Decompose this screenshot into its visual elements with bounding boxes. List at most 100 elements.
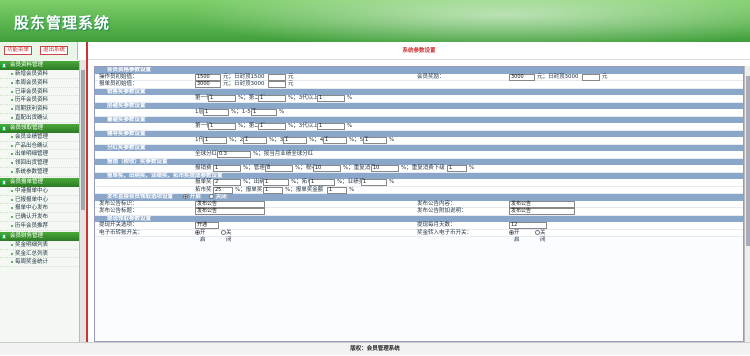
radio-on[interactable]: 开启 xyxy=(182,194,201,200)
unit-label: %；按当月业绩全球分红 xyxy=(253,151,314,157)
unit-label: % xyxy=(469,165,475,171)
sidebar-item[interactable]: 历年会员推荐 xyxy=(0,222,86,231)
text-input[interactable]: 3000 xyxy=(509,73,535,81)
text-input[interactable]: 1 xyxy=(258,95,286,102)
sidebar-item[interactable]: 直配出货确认 xyxy=(0,114,86,123)
text-input[interactable]: 1 xyxy=(361,179,387,186)
sidebar-item[interactable]: 已报报单中心 xyxy=(0,196,86,205)
text-input[interactable]: 1 xyxy=(263,186,283,194)
text-input[interactable]: 1 xyxy=(258,123,286,130)
text-input[interactable]: 发布公告 xyxy=(509,200,575,208)
unit-label: % xyxy=(389,137,395,143)
radio-button[interactable] xyxy=(182,194,188,199)
text-input[interactable]: 1 xyxy=(317,95,345,102)
field-label: 报销费 xyxy=(195,165,212,171)
sidebar-item[interactable]: 同期获利资料 xyxy=(0,105,86,114)
text-input[interactable]: 发布公告 xyxy=(509,208,575,215)
settings-row: 操作员初始值： 1500 元；日封顶1500 元 会员奖励： 3000 元；日封… xyxy=(95,73,743,81)
text-input[interactable]: 12 xyxy=(509,222,547,229)
text-input[interactable] xyxy=(268,81,286,88)
field-suffix: 元；日封顶3000 xyxy=(223,81,265,87)
field-label: 操作员初始值： xyxy=(99,73,138,80)
text-input[interactable]: 1 xyxy=(317,123,345,130)
text-input[interactable]: 1 xyxy=(263,179,289,186)
sidebar-scrollbar[interactable] xyxy=(79,60,86,342)
sidebar-item[interactable]: 报单中心发布 xyxy=(0,204,86,214)
text-input[interactable]: 发布公告 xyxy=(195,208,265,215)
sidebar-item[interactable]: 新增会员资料 xyxy=(0,70,86,79)
sidebar-item[interactable]: 会员业绩管理 xyxy=(0,133,86,142)
text-input[interactable]: 10 xyxy=(371,165,399,172)
text-input[interactable]: 1 xyxy=(203,109,229,116)
scrollbar-thumb[interactable] xyxy=(746,76,750,246)
sidebar-item[interactable]: 已审会员资料 xyxy=(0,88,86,97)
sidebar-item[interactable]: 出单明细管理 xyxy=(0,150,86,160)
sidebar-item[interactable]: 每周奖金统计 xyxy=(0,258,86,268)
text-input[interactable] xyxy=(268,73,286,81)
sidebar-item[interactable]: 已确认开发布 xyxy=(0,213,86,222)
text-input[interactable]: 1 xyxy=(203,137,227,144)
main-content: 系统参数设置 会员资格参数设置 操作员初始值： 1500 元；日封顶1500 元… xyxy=(86,42,750,342)
main-scrollbar[interactable] xyxy=(744,66,750,342)
field-suffix: 元；日封顶3000 xyxy=(537,73,579,80)
text-input[interactable]: 1 xyxy=(251,109,277,116)
unit-label: %；重复消费下级 xyxy=(401,165,445,171)
radio-off[interactable]: 关闭 xyxy=(221,229,232,243)
text-input[interactable]: 10 xyxy=(313,165,341,172)
sidebar-item[interactable]: 系统参数管理 xyxy=(0,168,86,177)
radio-on[interactable]: 开启 xyxy=(509,229,520,243)
unit-label: %；3代以上 xyxy=(288,95,319,101)
text-input[interactable]: 1500 xyxy=(195,73,221,81)
banner-decoration xyxy=(180,0,750,42)
text-input[interactable]: 1 xyxy=(243,137,267,144)
field-label: 报单奖 xyxy=(195,179,212,185)
unit-label: % xyxy=(279,109,285,115)
logout-button[interactable]: 退出系统 xyxy=(40,46,69,55)
text-input[interactable]: 1 xyxy=(283,137,307,144)
text-input[interactable]: 1 xyxy=(327,186,347,194)
menu-tab-button[interactable]: 功能菜单 xyxy=(4,46,33,55)
sidebar-item[interactable]: 产品出仓确认 xyxy=(0,142,86,151)
select-dropdown[interactable]: 开通 xyxy=(195,222,219,229)
sidebar-item[interactable]: 奖金汇总列表 xyxy=(0,250,86,259)
text-input[interactable]: 1 xyxy=(323,137,347,144)
radio-label: 开启 xyxy=(200,229,206,244)
settings-row: 发布公告标题： 发布公告 发布公告附加说明： 发布公告 xyxy=(95,208,743,216)
radio-off[interactable]: 关闭 xyxy=(208,194,227,200)
text-input[interactable]: 发布公告 xyxy=(195,200,265,208)
folder-icon xyxy=(2,179,6,185)
field-label: 奖金转入电子币开关： xyxy=(417,229,473,236)
sidebar-group-header[interactable]: 会员报单管理 xyxy=(0,177,86,187)
radio-off[interactable]: 关闭 xyxy=(535,229,546,243)
text-input[interactable]: 1 xyxy=(447,165,467,172)
text-input[interactable]: 1 xyxy=(208,95,236,102)
settings-row: 全球分红 0.3 %；按当月业绩全球分红 xyxy=(95,151,743,159)
text-input[interactable]: 1 xyxy=(208,123,236,130)
sidebar-group-header[interactable]: 会员财务管理 xyxy=(0,231,86,241)
text-input[interactable]: 1 xyxy=(363,137,387,144)
text-input[interactable]: 25 xyxy=(213,186,233,194)
unit-label: 元 xyxy=(288,81,294,87)
sidebar-item[interactable]: 历年会员资料 xyxy=(0,96,86,106)
sidebar-item[interactable]: 本周会员资料 xyxy=(0,79,86,88)
text-input[interactable]: 1 xyxy=(309,179,335,186)
sidebar-item[interactable]: 中港报单中心 xyxy=(0,187,86,196)
unit-label: %；报单奖金额 xyxy=(285,186,324,193)
text-input[interactable]: 0.3 xyxy=(217,151,251,158)
sidebar-item[interactable]: 奖金明细列表 xyxy=(0,241,86,250)
sidebar-group-header[interactable]: 会员领取管理 xyxy=(0,123,86,133)
radio-label: 开启 xyxy=(189,194,201,200)
text-input[interactable] xyxy=(582,73,600,81)
sidebar-item[interactable]: 领回出货管理 xyxy=(0,159,86,168)
field-label: 提现开关选项： xyxy=(99,222,138,228)
scrollbar-thumb[interactable] xyxy=(81,70,85,210)
field-label: 发布公告内容： xyxy=(417,200,456,207)
sidebar-group-header[interactable]: 会员资料管理 xyxy=(0,61,86,70)
text-input[interactable]: 1 xyxy=(213,165,241,172)
radio-on[interactable]: 开启 xyxy=(195,229,206,243)
text-input[interactable]: 3000 xyxy=(195,81,221,88)
text-input[interactable]: 2 xyxy=(213,179,241,186)
unit-label: %；出纳 xyxy=(243,179,265,185)
radio-button[interactable] xyxy=(208,194,214,199)
text-input[interactable]: 8 xyxy=(265,165,293,172)
